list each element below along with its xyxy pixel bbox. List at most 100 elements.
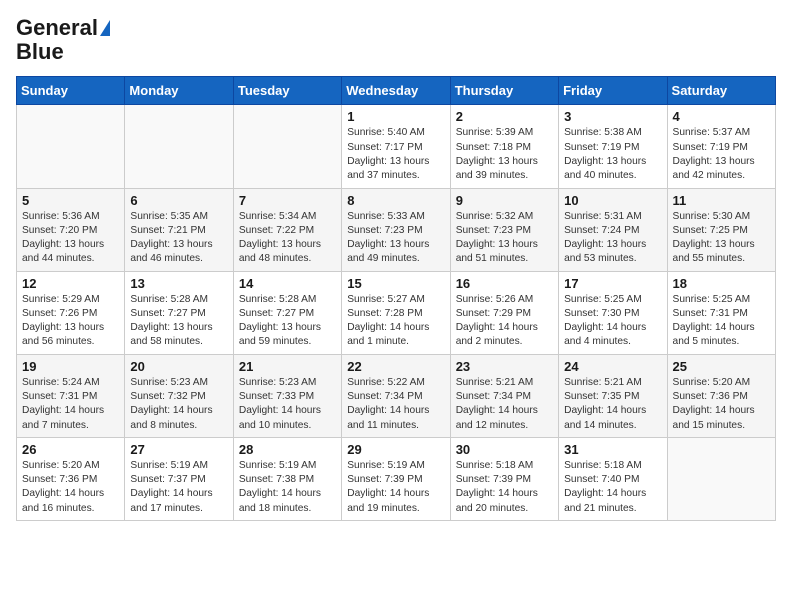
day-info: Sunrise: 5:39 AM Sunset: 7:18 PM Dayligh…: [456, 126, 553, 183]
logo-general: General: [16, 16, 98, 40]
day-number: 25: [673, 359, 770, 374]
day-number: 18: [673, 276, 770, 291]
day-info: Sunrise: 5:20 AM Sunset: 7:36 PM Dayligh…: [22, 459, 119, 516]
day-number: 13: [130, 276, 227, 291]
day-number: 14: [239, 276, 336, 291]
day-info: Sunrise: 5:20 AM Sunset: 7:36 PM Dayligh…: [673, 376, 770, 433]
weekday-header: Sunday: [17, 77, 125, 105]
calendar-day-cell: [125, 105, 233, 188]
calendar-day-cell: 16 Sunrise: 5:26 AM Sunset: 7:29 PM Dayli…: [450, 271, 558, 354]
calendar-day-cell: 10Sunrise: 5:31 AM Sunset: 7:24 PM Dayli…: [559, 188, 667, 271]
day-info: Sunrise: 5:24 AM Sunset: 7:31 PM Dayligh…: [22, 376, 119, 433]
day-number: 5: [22, 193, 119, 208]
day-info: Sunrise: 5:18 AM Sunset: 7:39 PM Dayligh…: [456, 459, 553, 516]
calendar-day-cell: 23Sunrise: 5:21 AM Sunset: 7:34 PM Dayli…: [450, 354, 558, 437]
calendar-day-cell: 15Sunrise: 5:27 AM Sunset: 7:28 PM Dayli…: [342, 271, 450, 354]
day-info: Sunrise: 5:18 AM Sunset: 7:40 PM Dayligh…: [564, 459, 661, 516]
day-number: 17: [564, 276, 661, 291]
day-info: Sunrise: 5:34 AM Sunset: 7:22 PM Dayligh…: [239, 210, 336, 267]
calendar-day-cell: 22Sunrise: 5:22 AM Sunset: 7:34 PM Dayli…: [342, 354, 450, 437]
calendar-week-row: 19 Sunrise: 5:24 AM Sunset: 7:31 PM Dayli…: [17, 354, 776, 437]
day-number: 11: [673, 193, 770, 208]
day-info: Sunrise: 5:36 AM Sunset: 7:20 PM Dayligh…: [22, 210, 119, 267]
weekday-header: Saturday: [667, 77, 775, 105]
calendar-day-cell: 5 Sunrise: 5:36 AM Sunset: 7:20 PM Daylig…: [17, 188, 125, 271]
day-number: 10: [564, 193, 661, 208]
day-number: 26: [22, 442, 119, 457]
day-number: 30: [456, 442, 553, 457]
day-info: Sunrise: 5:25 AM Sunset: 7:30 PM Dayligh…: [564, 293, 661, 350]
day-number: 8: [347, 193, 444, 208]
calendar-day-cell: 20 Sunrise: 5:23 AM Sunset: 7:32 PM Dayli…: [125, 354, 233, 437]
calendar-day-cell: 11Sunrise: 5:30 AM Sunset: 7:25 PM Dayli…: [667, 188, 775, 271]
weekday-header: Monday: [125, 77, 233, 105]
day-info: Sunrise: 5:23 AM Sunset: 7:33 PM Dayligh…: [239, 376, 336, 433]
day-info: Sunrise: 5:33 AM Sunset: 7:23 PM Dayligh…: [347, 210, 444, 267]
calendar-day-cell: 19 Sunrise: 5:24 AM Sunset: 7:31 PM Dayli…: [17, 354, 125, 437]
day-number: 31: [564, 442, 661, 457]
day-info: Sunrise: 5:23 AM Sunset: 7:32 PM Dayligh…: [130, 376, 227, 433]
calendar-day-cell: 29 Sunrise: 5:19 AM Sunset: 7:39 PM Dayli…: [342, 437, 450, 520]
day-number: 4: [673, 109, 770, 124]
day-number: 28: [239, 442, 336, 457]
calendar-day-cell: 17 Sunrise: 5:25 AM Sunset: 7:30 PM Dayli…: [559, 271, 667, 354]
calendar-day-cell: [17, 105, 125, 188]
logo: General Blue: [16, 16, 110, 64]
day-number: 1: [347, 109, 444, 124]
day-number: 22: [347, 359, 444, 374]
day-number: 2: [456, 109, 553, 124]
day-info: Sunrise: 5:32 AM Sunset: 7:23 PM Dayligh…: [456, 210, 553, 267]
logo-blue: Blue: [16, 39, 64, 64]
day-info: Sunrise: 5:37 AM Sunset: 7:19 PM Dayligh…: [673, 126, 770, 183]
weekday-header: Tuesday: [233, 77, 341, 105]
calendar-day-cell: 13Sunrise: 5:28 AM Sunset: 7:27 PM Dayli…: [125, 271, 233, 354]
day-info: Sunrise: 5:40 AM Sunset: 7:17 PM Dayligh…: [347, 126, 444, 183]
weekday-header: Friday: [559, 77, 667, 105]
day-number: 29: [347, 442, 444, 457]
day-number: 20: [130, 359, 227, 374]
calendar-day-cell: [233, 105, 341, 188]
day-number: 23: [456, 359, 553, 374]
day-number: 9: [456, 193, 553, 208]
day-info: Sunrise: 5:38 AM Sunset: 7:19 PM Dayligh…: [564, 126, 661, 183]
calendar-day-cell: 12 Sunrise: 5:29 AM Sunset: 7:26 PM Dayli…: [17, 271, 125, 354]
calendar-day-cell: 18 Sunrise: 5:25 AM Sunset: 7:31 PM Dayli…: [667, 271, 775, 354]
day-number: 27: [130, 442, 227, 457]
day-number: 24: [564, 359, 661, 374]
day-info: Sunrise: 5:26 AM Sunset: 7:29 PM Dayligh…: [456, 293, 553, 350]
calendar-table: SundayMondayTuesdayWednesdayThursdayFrid…: [16, 76, 776, 521]
day-number: 12: [22, 276, 119, 291]
logo-triangle-icon: [100, 20, 110, 36]
day-info: Sunrise: 5:19 AM Sunset: 7:39 PM Dayligh…: [347, 459, 444, 516]
day-info: Sunrise: 5:35 AM Sunset: 7:21 PM Dayligh…: [130, 210, 227, 267]
day-number: 7: [239, 193, 336, 208]
day-info: Sunrise: 5:29 AM Sunset: 7:26 PM Dayligh…: [22, 293, 119, 350]
weekday-header: Thursday: [450, 77, 558, 105]
calendar-day-cell: 4 Sunrise: 5:37 AM Sunset: 7:19 PM Daylig…: [667, 105, 775, 188]
day-info: Sunrise: 5:27 AM Sunset: 7:28 PM Dayligh…: [347, 293, 444, 350]
calendar-day-cell: 7 Sunrise: 5:34 AM Sunset: 7:22 PM Daylig…: [233, 188, 341, 271]
calendar-day-cell: 21 Sunrise: 5:23 AM Sunset: 7:33 PM Dayli…: [233, 354, 341, 437]
calendar-day-cell: 8 Sunrise: 5:33 AM Sunset: 7:23 PM Daylig…: [342, 188, 450, 271]
day-number: 16: [456, 276, 553, 291]
calendar-week-row: 12 Sunrise: 5:29 AM Sunset: 7:26 PM Dayli…: [17, 271, 776, 354]
calendar-day-cell: 14Sunrise: 5:28 AM Sunset: 7:27 PM Dayli…: [233, 271, 341, 354]
calendar-day-cell: 30 Sunrise: 5:18 AM Sunset: 7:39 PM Dayli…: [450, 437, 558, 520]
calendar-day-cell: [667, 437, 775, 520]
day-info: Sunrise: 5:19 AM Sunset: 7:38 PM Dayligh…: [239, 459, 336, 516]
day-info: Sunrise: 5:25 AM Sunset: 7:31 PM Dayligh…: [673, 293, 770, 350]
calendar-header-row: SundayMondayTuesdayWednesdayThursdayFrid…: [17, 77, 776, 105]
calendar-day-cell: 26 Sunrise: 5:20 AM Sunset: 7:36 PM Dayli…: [17, 437, 125, 520]
day-number: 6: [130, 193, 227, 208]
calendar-day-cell: 27 Sunrise: 5:19 AM Sunset: 7:37 PM Dayli…: [125, 437, 233, 520]
calendar-day-cell: 1 Sunrise: 5:40 AM Sunset: 7:17 PM Daylig…: [342, 105, 450, 188]
calendar-day-cell: 25 Sunrise: 5:20 AM Sunset: 7:36 PM Dayli…: [667, 354, 775, 437]
calendar-week-row: 26 Sunrise: 5:20 AM Sunset: 7:36 PM Dayli…: [17, 437, 776, 520]
day-info: Sunrise: 5:19 AM Sunset: 7:37 PM Dayligh…: [130, 459, 227, 516]
day-number: 19: [22, 359, 119, 374]
calendar-week-row: 5 Sunrise: 5:36 AM Sunset: 7:20 PM Daylig…: [17, 188, 776, 271]
calendar-day-cell: 31 Sunrise: 5:18 AM Sunset: 7:40 PM Dayli…: [559, 437, 667, 520]
calendar-day-cell: 9 Sunrise: 5:32 AM Sunset: 7:23 PM Daylig…: [450, 188, 558, 271]
day-number: 21: [239, 359, 336, 374]
calendar-week-row: 1 Sunrise: 5:40 AM Sunset: 7:17 PM Daylig…: [17, 105, 776, 188]
